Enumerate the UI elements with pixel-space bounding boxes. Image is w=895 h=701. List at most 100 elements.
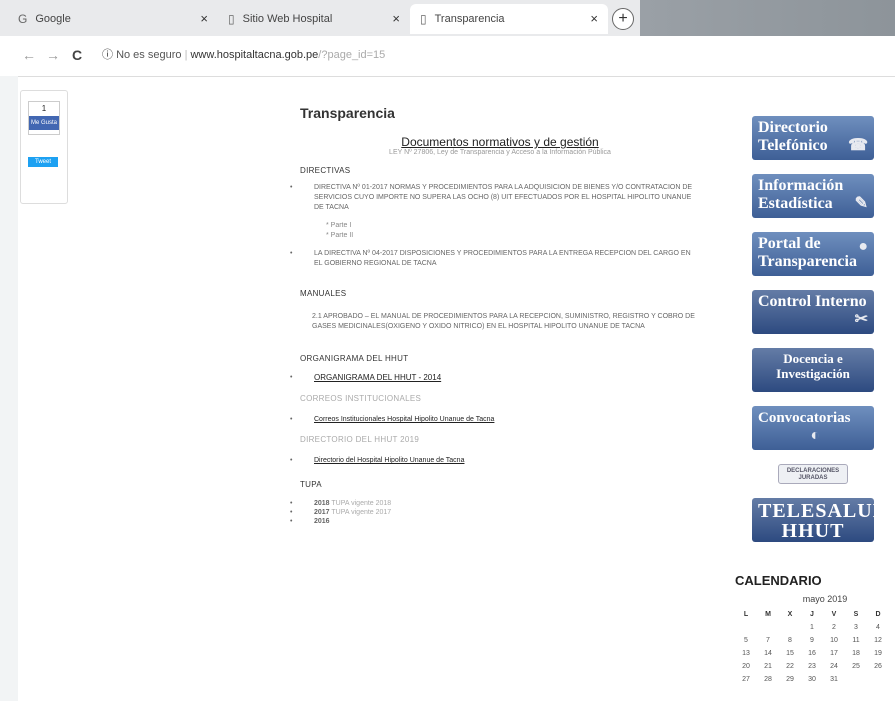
megaphone-icon: ◐ <box>810 427 820 444</box>
calendar-day[interactable]: 10 <box>823 634 845 647</box>
calendar-day[interactable]: 29 <box>779 673 801 686</box>
calendar-day[interactable]: 4 <box>867 621 889 634</box>
calendar-day[interactable]: 22 <box>779 660 801 673</box>
forward-button[interactable]: → <box>46 47 60 63</box>
calendar-day[interactable]: 3 <box>845 621 867 634</box>
sidebar-item-control-interno[interactable]: Control Interno ✂ <box>752 290 874 334</box>
close-icon[interactable]: × <box>392 11 400 26</box>
reload-button[interactable]: C <box>72 47 82 63</box>
calendar-day[interactable] <box>757 621 779 634</box>
tupa-year: 2017 <box>314 509 330 516</box>
weekday-label: L <box>743 611 749 618</box>
parte-1-link[interactable]: * Parte I <box>326 221 700 231</box>
calendar-day[interactable]: 25 <box>845 660 867 673</box>
like-count: 1 <box>41 104 47 113</box>
organigrama-heading: ORGANIGRAMA DEL HHUT <box>300 354 409 363</box>
calendar-week: 20 21 22 23 24 25 26 <box>735 660 889 673</box>
calendar-day[interactable]: 23 <box>801 660 823 673</box>
calendar-day[interactable]: 16 <box>801 647 823 660</box>
new-tab-button[interactable]: + <box>612 8 634 30</box>
directorio-link[interactable]: Directorio del Hospital Hipolito Unanue … <box>314 457 464 464</box>
calendar-day[interactable] <box>735 621 757 634</box>
sidebar-item-label: Docencia e Investigación <box>776 351 850 381</box>
calendar-day[interactable] <box>779 621 801 634</box>
sidebar-item-estadistica[interactable]: Información Estadística ✎ <box>752 174 874 218</box>
sidebar-item-label: Convocatorias <box>758 410 851 426</box>
calendar-day[interactable]: 17 <box>823 647 845 660</box>
sidebar-item-declaraciones[interactable]: DECLARACIONES JURADAS <box>778 464 848 484</box>
tupa-item-2017[interactable]: 2017 TUPA vigente 2017 <box>290 508 700 517</box>
browser-toolbar: ← → C ⓘ No es seguro | www.hospitaltacna… <box>0 36 895 77</box>
doc-subtitle: LEY Nº 27806, Ley de Transparencia y Acc… <box>389 149 611 156</box>
correos-link[interactable]: Correos Institucionales Hospital Hipolit… <box>314 416 494 423</box>
sidebar-item-directorio[interactable]: Directorio Telefónico ☎ <box>752 116 874 160</box>
back-button[interactable]: ← <box>22 47 36 63</box>
calendar-day[interactable]: 24 <box>823 660 845 673</box>
close-icon[interactable]: × <box>200 11 208 26</box>
url-path: /?page_id=15 <box>318 49 386 61</box>
sidebar-item-label: Información Estadística <box>758 177 844 212</box>
calendar-day[interactable]: 13 <box>735 647 757 660</box>
calendar-day[interactable]: 8 <box>779 634 801 647</box>
calendar-day[interactable]: 11 <box>845 634 867 647</box>
calendar-day[interactable]: 20 <box>735 660 757 673</box>
directiva-2-link[interactable]: LA DIRECTIVA Nº 04-2017 DISPOSICIONES Y … <box>290 249 700 269</box>
calendar-day[interactable]: 5 <box>735 634 757 647</box>
manuales-heading: MANUALES <box>300 289 347 298</box>
calendar-day[interactable]: 18 <box>845 647 867 660</box>
tab-google[interactable]: G Google × <box>8 4 218 34</box>
info-icon[interactable]: ⓘ <box>102 49 113 61</box>
left-gutter <box>0 76 18 701</box>
sidebar: Directorio Telefónico ☎ Información Esta… <box>752 116 877 556</box>
facebook-like-button[interactable]: 1 Me Gusta <box>28 101 60 135</box>
calendar-day[interactable]: 15 <box>779 647 801 660</box>
sidebar-item-convocatorias[interactable]: Convocatorias ◐ <box>752 406 874 450</box>
url-host: www.hospitaltacna.gob.pe <box>190 49 319 61</box>
page-icon: ▯ <box>420 12 427 26</box>
calendar-day[interactable] <box>867 673 889 686</box>
tweet-button[interactable]: Tweet <box>28 157 58 167</box>
calendar-day[interactable] <box>845 673 867 686</box>
calendar-day[interactable]: 1 <box>801 621 823 634</box>
globe-icon: ● <box>858 238 868 255</box>
weekday-label: M <box>765 611 771 618</box>
correos-heading: CORREOS INSTITUCIONALES <box>300 394 422 403</box>
calendar-day[interactable]: 31 <box>823 673 845 686</box>
tab-transparencia[interactable]: ▯ Transparencia × <box>410 4 608 34</box>
calendar-day[interactable]: 19 <box>867 647 889 660</box>
calendar-day[interactable]: 26 <box>867 660 889 673</box>
calendar-day[interactable]: 28 <box>757 673 779 686</box>
sidebar-item-transparencia[interactable]: Portal de Transparencia ● <box>752 232 874 276</box>
parte-2-link[interactable]: * Parte II <box>326 231 700 241</box>
organigrama-link[interactable]: ORGANIGRAMA DEL HHUT - 2014 <box>314 373 441 382</box>
sidebar-item-telesalud[interactable]: TELESALUD HHUT <box>752 498 874 542</box>
calendar-heading: CALENDARIO <box>735 573 822 588</box>
calendar-day[interactable]: 30 <box>801 673 823 686</box>
calendar-day[interactable]: 14 <box>757 647 779 660</box>
tupa-note[interactable]: TUPA vigente 2018 <box>331 500 391 507</box>
manual-1-link[interactable]: 2.1 APROBADO – EL MANUAL DE PROCEDIMIENT… <box>300 312 700 332</box>
page-title: Transparencia <box>300 105 395 121</box>
tab-hospital[interactable]: ▯ Sitio Web Hospital × <box>218 4 410 34</box>
address-bar[interactable]: ⓘ No es seguro | www.hospitaltacna.gob.p… <box>102 46 385 62</box>
calendar-day[interactable]: 7 <box>757 634 779 647</box>
tupa-note[interactable]: TUPA vigente 2017 <box>331 509 391 516</box>
calendar-day[interactable]: 12 <box>867 634 889 647</box>
tupa-year: 2016 <box>314 518 330 525</box>
calendar-header-row: L M X J V S D <box>735 608 889 621</box>
tab-label: Transparencia <box>434 13 505 25</box>
close-icon[interactable]: × <box>590 11 598 26</box>
like-label: Me Gusta <box>29 116 59 130</box>
tab-strip: G Google × ▯ Sitio Web Hospital × ▯ Tran… <box>0 0 895 36</box>
calendar-day[interactable]: 27 <box>735 673 757 686</box>
directiva-1-link[interactable]: DIRECTIVA Nº 01-2017 NORMAS Y PROCEDIMIE… <box>290 183 700 213</box>
calendar-day[interactable]: 9 <box>801 634 823 647</box>
sidebar-item-docencia[interactable]: Docencia e Investigación <box>752 348 874 392</box>
tupa-item-2016[interactable]: 2016 <box>290 517 700 526</box>
weekday-label: V <box>831 611 837 618</box>
calendar-day[interactable]: 2 <box>823 621 845 634</box>
tupa-item-2018[interactable]: 2018 TUPA vigente 2018 <box>290 499 700 508</box>
security-label: No es seguro <box>116 49 182 61</box>
main-content: Transparencia Documentos normativos y de… <box>290 105 700 526</box>
calendar-day[interactable]: 21 <box>757 660 779 673</box>
